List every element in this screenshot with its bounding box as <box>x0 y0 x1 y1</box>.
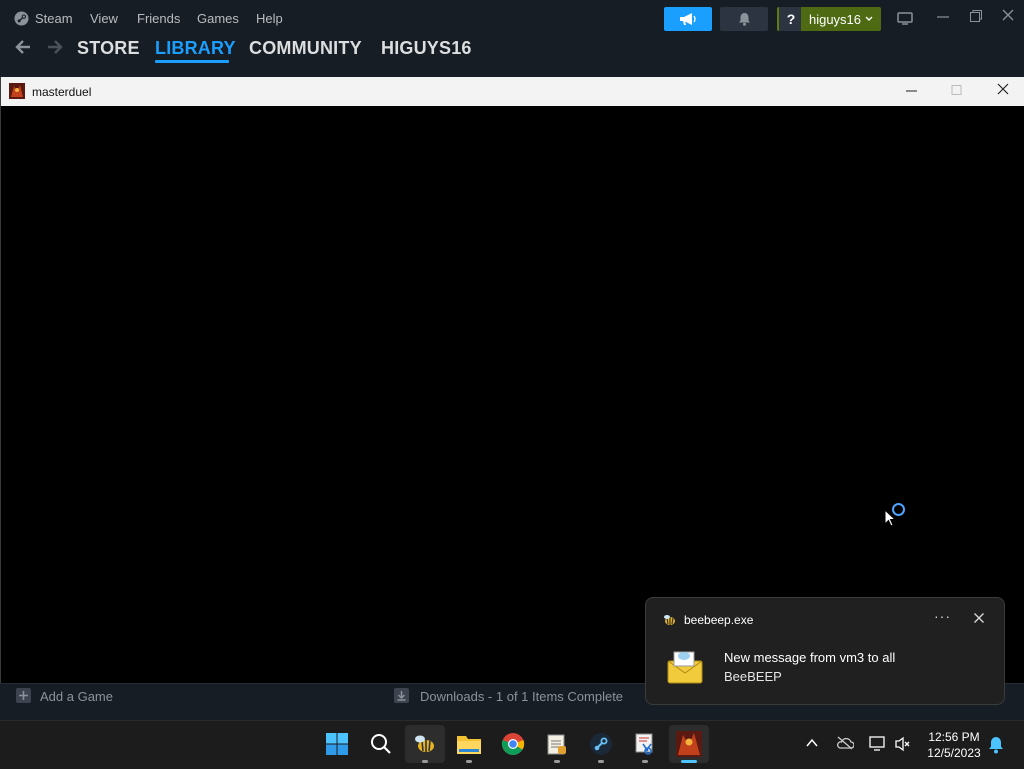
taskbar-chrome[interactable] <box>493 725 533 763</box>
tab-community[interactable]: COMMUNITY <box>249 38 362 59</box>
notepad-icon <box>547 734 566 755</box>
account-menu-button[interactable]: higuys16 <box>801 7 881 31</box>
window-title: masterduel <box>32 85 92 99</box>
search-icon <box>371 734 391 754</box>
notifications-button[interactable] <box>720 7 768 31</box>
taskbar-snipping-tool[interactable] <box>625 725 665 763</box>
menu-help[interactable]: Help <box>256 11 283 26</box>
toast-title: New message from vm3 to all <box>724 650 896 665</box>
snipping-tool-icon <box>635 733 653 755</box>
toast-app-name: beebeep.exe <box>684 613 754 627</box>
masterduel-window: masterduel <box>0 77 1024 683</box>
taskbar-masterduel[interactable] <box>669 725 709 763</box>
menu-view[interactable]: View <box>90 11 118 26</box>
steam-restore-icon[interactable] <box>969 9 983 23</box>
back-arrow-icon[interactable] <box>14 39 32 55</box>
forward-arrow-icon[interactable] <box>46 39 64 55</box>
chrome-icon <box>501 733 525 755</box>
toast-close-icon[interactable] <box>973 612 985 624</box>
active-indicator <box>681 760 697 763</box>
taskbar-notepad[interactable] <box>537 725 577 763</box>
mail-envelope-icon <box>667 651 703 684</box>
running-indicator <box>642 760 648 763</box>
start-icon <box>326 733 348 755</box>
taskbar-clock-time[interactable]: 12:56 PM <box>926 730 982 744</box>
network-icon[interactable] <box>868 736 886 752</box>
taskbar-search-button[interactable] <box>361 725 401 763</box>
running-indicator <box>554 760 560 763</box>
plus-icon <box>16 688 31 703</box>
steam-logo-icon <box>14 11 29 26</box>
download-icon <box>394 688 409 703</box>
menu-friends[interactable]: Friends <box>137 11 180 26</box>
menu-steam[interactable]: Steam <box>35 11 73 26</box>
masterduel-icon <box>9 83 25 99</box>
tab-profile[interactable]: HIGUYS16 <box>381 38 472 59</box>
running-indicator <box>466 760 472 763</box>
toast-body: BeeBEEP <box>724 669 782 684</box>
downloads-status[interactable]: Downloads - 1 of 1 Items Complete <box>420 689 623 704</box>
taskbar-file-explorer[interactable] <box>449 725 489 763</box>
steam-close-icon[interactable] <box>1001 8 1015 22</box>
running-indicator <box>422 760 428 763</box>
toast-more-options[interactable]: ··· <box>934 608 951 624</box>
help-button[interactable]: ? <box>777 7 803 31</box>
big-picture-icon[interactable] <box>897 12 913 25</box>
megaphone-icon <box>680 13 696 25</box>
beebeep-small-icon <box>664 615 675 625</box>
masterduel-titlebar[interactable]: masterduel <box>1 77 1024 106</box>
start-button[interactable] <box>317 725 357 763</box>
chevron-down-icon <box>865 16 873 21</box>
steam-icon <box>590 733 612 755</box>
taskbar-clock-date[interactable]: 12/5/2023 <box>922 746 986 760</box>
tab-library[interactable]: LIBRARY <box>155 38 236 59</box>
beebeep-icon <box>415 735 434 752</box>
running-indicator <box>598 760 604 763</box>
account-name: higuys16 <box>808 11 862 27</box>
chevron-up-icon[interactable] <box>806 738 818 748</box>
notification-toast[interactable]: beebeep.exe ··· New message from vm3 to … <box>645 597 1005 705</box>
minimize-icon[interactable] <box>905 83 919 97</box>
tab-store[interactable]: STORE <box>77 38 140 59</box>
bell-icon <box>738 13 750 26</box>
mouse-cursor-icon <box>884 509 896 527</box>
maximize-icon[interactable] <box>950 83 964 97</box>
masterduel-icon <box>676 731 702 757</box>
file-explorer-icon <box>457 736 481 754</box>
notification-bell-icon[interactable] <box>988 736 1004 754</box>
volume-muted-icon[interactable] <box>894 736 912 752</box>
announcements-button[interactable] <box>664 7 712 31</box>
menu-games[interactable]: Games <box>197 11 239 26</box>
taskbar-steam[interactable] <box>581 725 621 763</box>
taskbar-beebeep[interactable] <box>405 725 445 763</box>
onedrive-offline-icon[interactable] <box>836 736 854 750</box>
steam-minimize-icon[interactable] <box>936 9 950 23</box>
add-game-button[interactable]: Add a Game <box>40 689 113 704</box>
close-icon[interactable] <box>996 82 1010 96</box>
active-tab-indicator <box>155 60 229 63</box>
